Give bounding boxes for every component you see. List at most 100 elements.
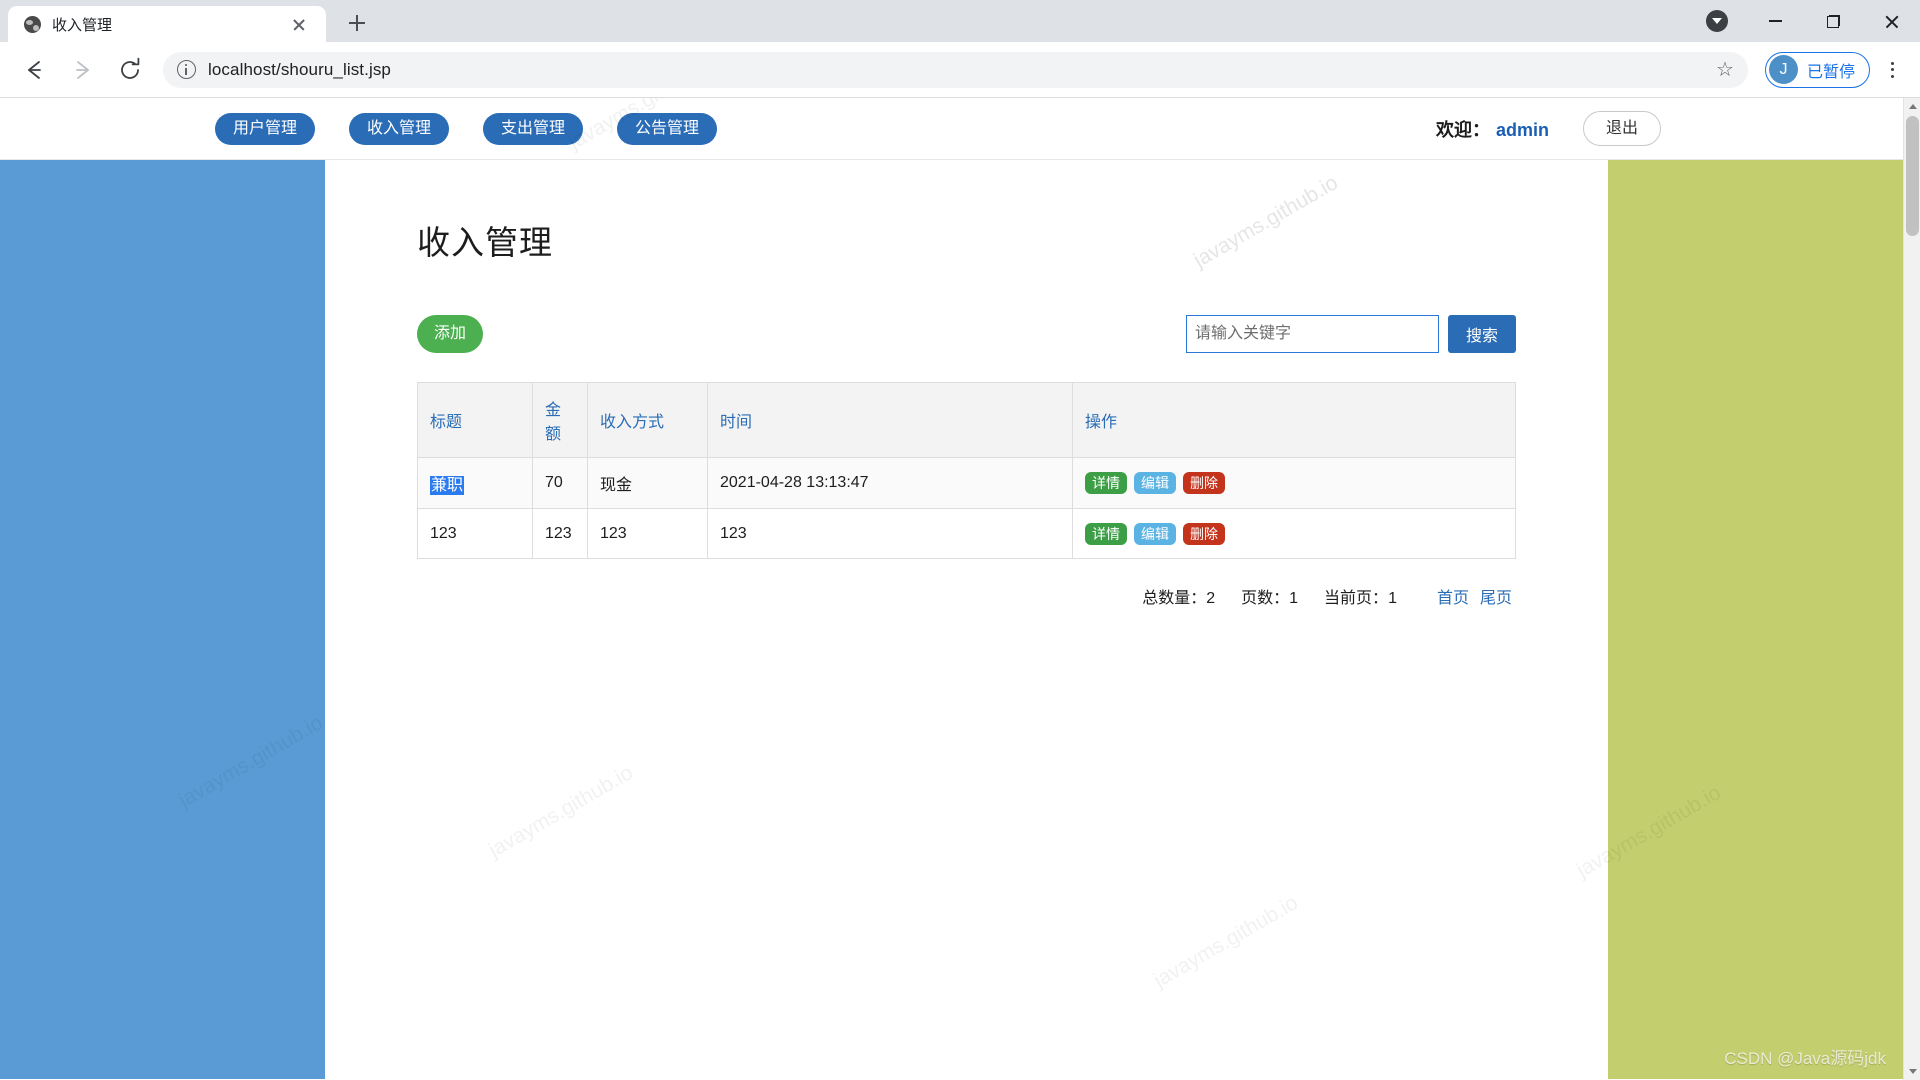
reload-icon — [121, 57, 140, 79]
window-close-button[interactable] — [1862, 0, 1920, 42]
kebab-dot — [1890, 74, 1894, 78]
nav-pill-group: 用户管理 收入管理 支出管理 公告管理 — [215, 112, 718, 145]
scroll-down-arrow-icon[interactable] — [1904, 1063, 1920, 1080]
maximize-button[interactable] — [1804, 0, 1862, 42]
detail-button[interactable]: 详情 — [1085, 522, 1127, 545]
logout-button[interactable]: 退出 — [1582, 111, 1661, 146]
add-button[interactable]: 添加 — [417, 315, 484, 353]
total-count: 总数量：2 — [1142, 584, 1215, 608]
chrome-menu-button[interactable] — [1874, 51, 1910, 89]
welcome-text: 欢迎： admin — [1436, 116, 1549, 142]
page-viewport: 用户管理 收入管理 支出管理 公告管理 欢迎： admin 退出 javayms.… — [0, 98, 1920, 1080]
content-area: 收入管理 添加 搜索 标题 金额 收入方式 — [325, 160, 1608, 1079]
table-row: 兼职 70 现金 2021-04-28 13:13:47 详情 编辑 删除 — [417, 457, 1516, 509]
web-page: 用户管理 收入管理 支出管理 公告管理 欢迎： admin 退出 javayms.… — [0, 98, 1903, 1080]
delete-button[interactable]: 删除 — [1183, 472, 1225, 494]
page-count-label: 页数： — [1241, 590, 1290, 607]
close-icon — [1884, 14, 1899, 29]
cell-actions: 详情 编辑 删除 — [1072, 508, 1516, 559]
minimize-icon — [1768, 20, 1782, 22]
pagination: 总数量：2 页数：1 当前页：1 首页 尾页 — [417, 584, 1516, 608]
profile-button[interactable]: J 已暂停 — [1764, 51, 1870, 88]
profile-status-label: 已暂停 — [1806, 63, 1855, 81]
arrow-left-icon — [28, 60, 41, 79]
cell-amount: 70 — [532, 457, 588, 509]
current-user: admin — [1495, 119, 1549, 140]
first-page-link[interactable]: 首页 — [1437, 584, 1469, 608]
search-button[interactable]: 搜索 — [1448, 315, 1516, 353]
scrollbar-thumb[interactable] — [1906, 116, 1919, 236]
forward-button[interactable] — [63, 51, 101, 89]
page-count-value: 1 — [1289, 590, 1299, 607]
welcome-prefix: 欢迎： — [1435, 119, 1490, 140]
cell-method: 现金 — [587, 457, 708, 509]
current-page-label: 当前页： — [1324, 590, 1389, 607]
cell-method: 123 — [587, 508, 708, 559]
kebab-dot — [1890, 68, 1894, 72]
globe-icon — [24, 15, 41, 33]
pager-links: 首页 尾页 — [1437, 584, 1512, 608]
left-decoration-panel: javayms.github.io — [0, 160, 327, 1079]
total-count-value: 2 — [1206, 590, 1216, 607]
maximize-icon — [1826, 14, 1840, 28]
cell-time: 123 — [707, 508, 1073, 559]
back-button[interactable] — [15, 51, 53, 89]
table-head: 标题 金额 收入方式 时间 操作 — [417, 382, 1516, 458]
reload-button[interactable] — [111, 51, 149, 89]
column-header-method: 收入方式 — [587, 382, 708, 458]
bookmark-star-icon[interactable]: ☆ — [1716, 60, 1734, 80]
selected-text: 兼职 — [430, 476, 465, 495]
info-icon[interactable] — [177, 60, 196, 79]
total-count-label: 总数量： — [1142, 590, 1207, 607]
column-header-title: 标题 — [417, 382, 533, 458]
cell-title: 兼职 — [417, 457, 533, 509]
table-header-row: 标题 金额 收入方式 时间 操作 — [417, 382, 1516, 458]
url-text: localhost/shouru_list.jsp — [208, 59, 391, 79]
csdn-watermark: CSDN @Java源码jdk — [1724, 1049, 1886, 1068]
watermark: javayms.github.io — [174, 711, 327, 813]
watermark: javayms.github.io — [1149, 891, 1302, 993]
cell-title: 123 — [417, 508, 533, 559]
nav-item-user-management[interactable]: 用户管理 — [215, 112, 316, 145]
nav-item-notice-management[interactable]: 公告管理 — [617, 112, 718, 145]
current-page: 当前页：1 — [1324, 584, 1397, 608]
column-header-actions: 操作 — [1072, 382, 1516, 458]
detail-button[interactable]: 详情 — [1085, 472, 1127, 494]
search-input[interactable] — [1186, 315, 1439, 353]
last-page-link[interactable]: 尾页 — [1480, 584, 1512, 608]
watermark: javayms.github.io — [484, 761, 637, 863]
close-icon[interactable] — [288, 13, 310, 35]
nav-item-expense-management[interactable]: 支出管理 — [483, 112, 584, 145]
cell-amount: 123 — [532, 508, 588, 559]
navbar-right: 欢迎： admin 退出 — [1436, 111, 1661, 146]
edit-button[interactable]: 编辑 — [1134, 522, 1176, 545]
page-scrollbar[interactable] — [1903, 98, 1920, 1080]
scroll-up-arrow-icon[interactable] — [1904, 98, 1920, 115]
cell-actions: 详情 编辑 删除 — [1072, 457, 1516, 509]
toolbar-row: 添加 搜索 — [417, 314, 1516, 354]
page-title: 收入管理 — [417, 224, 553, 261]
tab-strip: 收入管理 — [0, 0, 1920, 42]
cell-time: 2021-04-28 13:13:47 — [707, 457, 1073, 509]
column-header-time: 时间 — [707, 382, 1073, 458]
download-icon — [1706, 10, 1728, 32]
page-count: 页数：1 — [1241, 584, 1298, 608]
download-button[interactable] — [1688, 0, 1746, 42]
edit-button[interactable]: 编辑 — [1134, 472, 1176, 494]
arrow-right-icon — [76, 60, 89, 79]
avatar: J — [1768, 55, 1798, 84]
table-row: 123 123 123 123 详情 编辑 删除 — [417, 508, 1516, 559]
new-tab-button[interactable] — [340, 6, 374, 40]
site-navbar: 用户管理 收入管理 支出管理 公告管理 欢迎：admin 退出 javayms.… — [0, 98, 1903, 160]
delete-button[interactable]: 删除 — [1183, 522, 1225, 545]
search-box: 搜索 — [1186, 315, 1516, 353]
right-decoration-panel: javayms.github.io CSDN @Java源码jdk — [1573, 160, 1903, 1079]
browser-tab[interactable]: 收入管理 — [8, 6, 326, 42]
nav-item-income-management[interactable]: 收入管理 — [349, 112, 450, 145]
minimize-button[interactable] — [1746, 0, 1804, 42]
column-header-amount: 金额 — [532, 382, 588, 458]
current-page-value: 1 — [1388, 590, 1397, 607]
address-bar[interactable]: localhost/shouru_list.jsp ☆ — [163, 51, 1748, 88]
browser-toolbar: localhost/shouru_list.jsp ☆ J 已暂停 — [0, 42, 1920, 97]
browser-window: 收入管理 localhost/shouru_list.jsp ☆ J 已暂停 用… — [0, 0, 1920, 1080]
